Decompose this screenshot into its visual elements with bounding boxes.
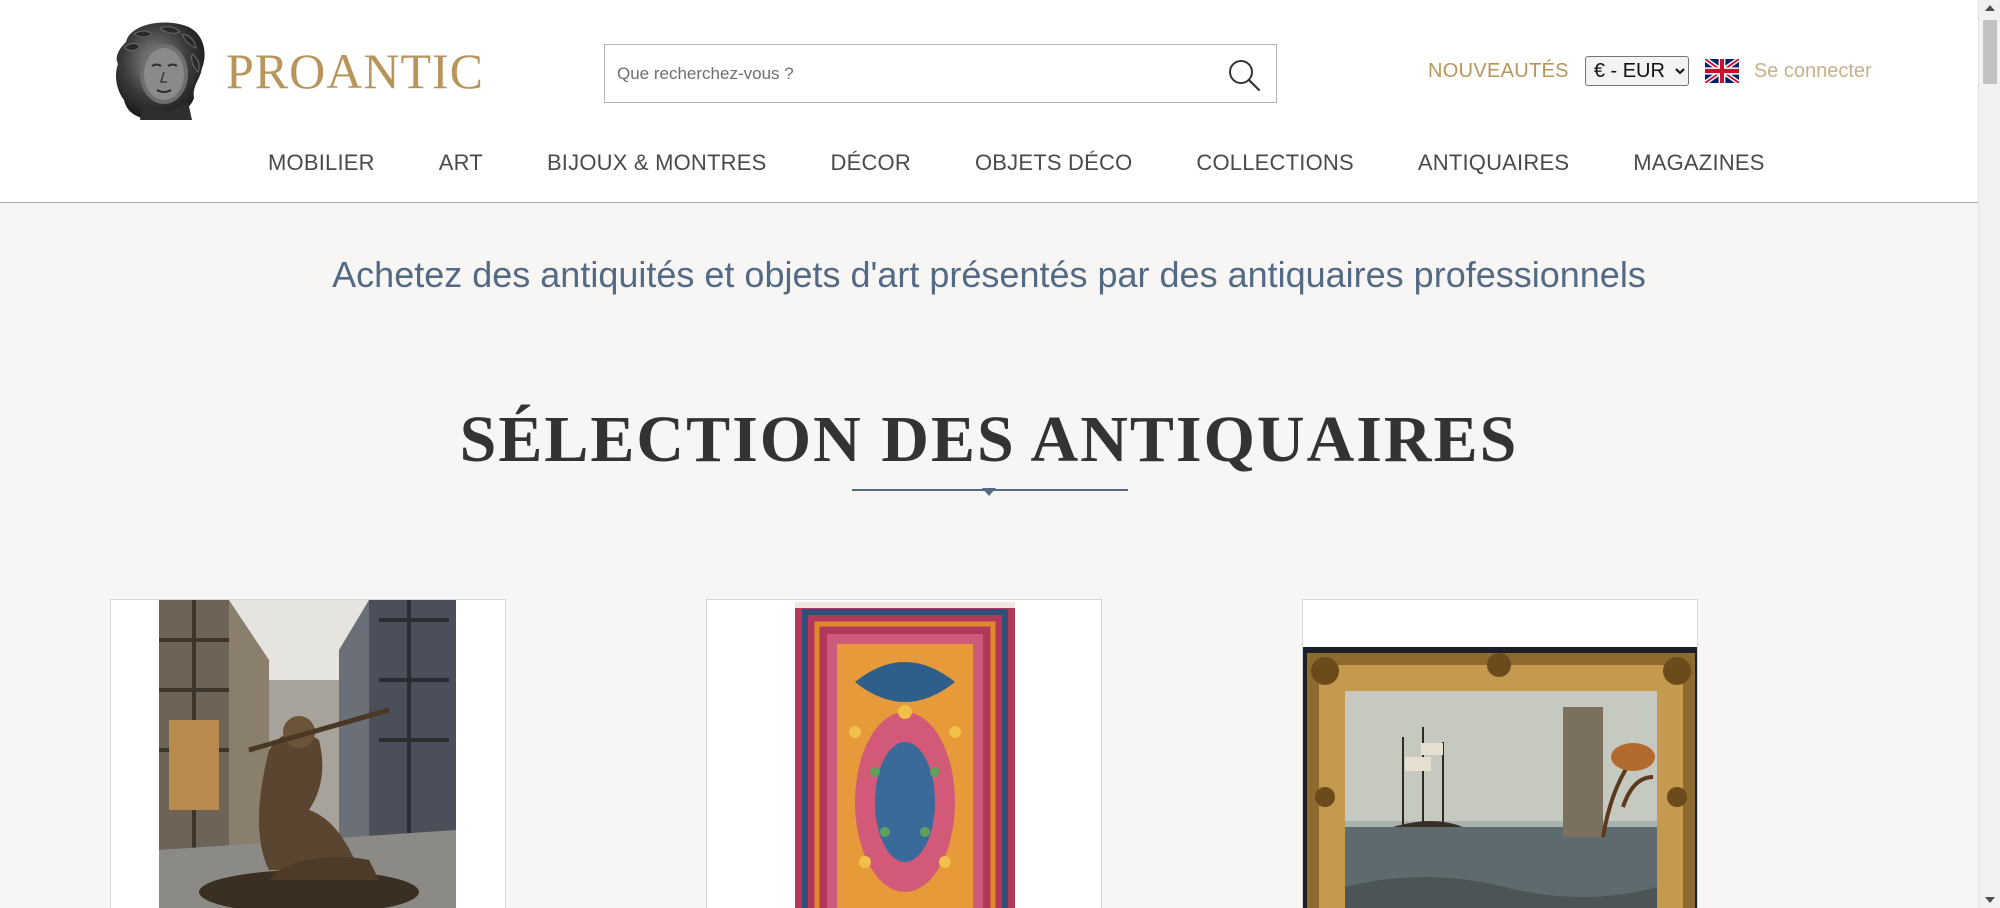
section-title: SÉLECTION DES ANTIQUAIRES [459,403,1519,476]
scroll-down-arrow-icon[interactable] [1985,897,1995,903]
bronze-flute-player-statue-image [159,600,456,908]
nav-item-decor[interactable]: DÉCOR [831,150,911,176]
search-input[interactable] [605,45,1205,102]
search-bar [604,44,1277,103]
product-card[interactable] [110,599,506,908]
tagline: Achetez des antiquités et objets d'art p… [332,254,1646,295]
logo-wordmark: PROANTIC [226,43,485,99]
framed-marine-painting-image [1303,647,1697,908]
site-header: PROANTIC NOUVEAUTÉS € - EUR Se connecter… [0,0,1978,203]
scroll-up-arrow-icon[interactable] [1985,5,1995,11]
login-link[interactable]: Se connecter [1754,60,1872,83]
nav-item-magazines[interactable]: MAGAZINES [1633,150,1764,176]
page-scrollbar[interactable] [1978,0,2000,908]
nav-item-antiquaires[interactable]: ANTIQUAIRES [1418,150,1569,176]
search-icon[interactable] [1226,57,1262,93]
persian-rug-image [795,602,1015,908]
currency-select[interactable]: € - EUR [1584,56,1689,86]
divider-diamond-icon [982,488,996,496]
main-nav: MOBILIER ART BIJOUX & MONTRES DÉCOR OBJE… [268,150,1765,176]
nav-item-bijoux-montres[interactable]: BIJOUX & MONTRES [547,150,767,176]
nav-item-mobilier[interactable]: MOBILIER [268,150,375,176]
nav-item-art[interactable]: ART [439,150,483,176]
sculpted-head-logo-icon [116,22,205,120]
product-card[interactable] [1302,599,1698,908]
nav-item-collections[interactable]: COLLECTIONS [1196,150,1353,176]
header-actions: NOUVEAUTÉS € - EUR Se connecter [1428,56,1872,86]
uk-flag-icon[interactable] [1704,59,1739,83]
product-card[interactable] [706,599,1102,908]
site-logo[interactable]: PROANTIC [112,20,484,122]
nav-item-objets-deco[interactable]: OBJETS DÉCO [975,150,1132,176]
scroll-thumb[interactable] [1983,20,1997,84]
nouveautes-link[interactable]: NOUVEAUTÉS [1428,60,1569,83]
